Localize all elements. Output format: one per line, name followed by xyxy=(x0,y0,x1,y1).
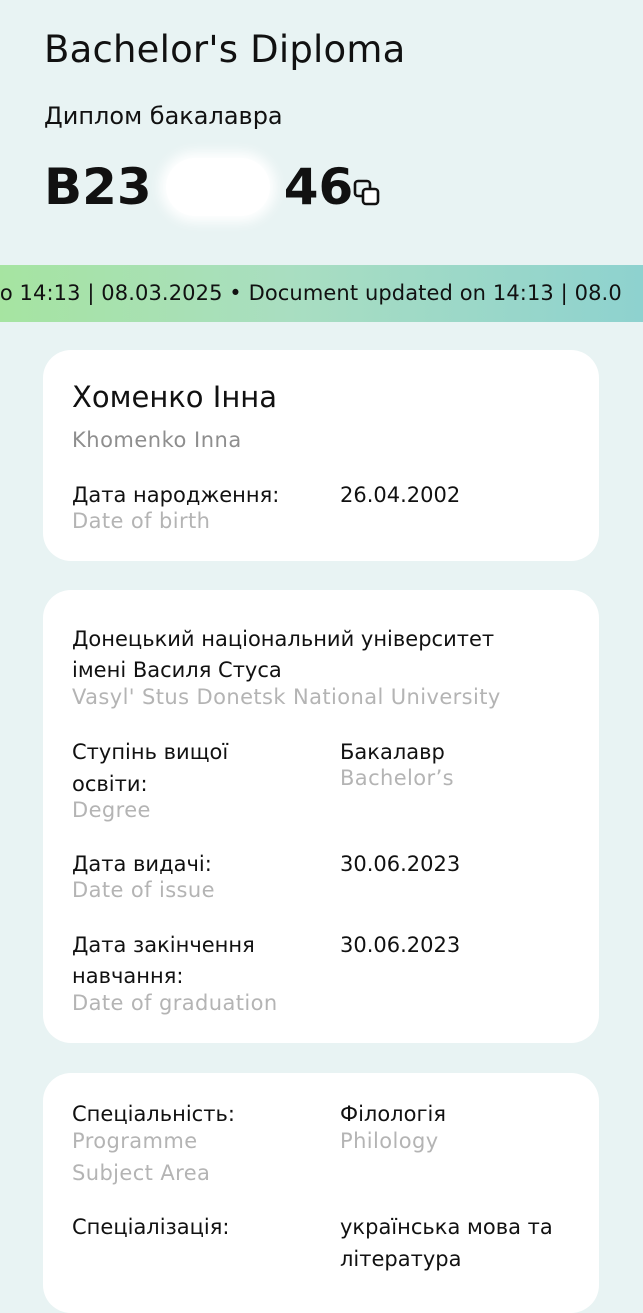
copy-icon[interactable] xyxy=(352,178,382,208)
document-number-redaction xyxy=(165,158,270,216)
graduation-date-value: 30.06.2023 xyxy=(340,933,461,957)
university-name-uk-line1: Донецький національний університет xyxy=(72,627,495,651)
education-card: Донецький національний університет імені… xyxy=(43,590,599,1043)
holder-name-en: Khomenko Inna xyxy=(72,428,242,452)
degree-label-uk-line1: Ступінь вищої xyxy=(72,740,229,764)
specialization-value-line1: українська мова та xyxy=(340,1215,553,1239)
ticker-text: но 14:13 | 08.03.2025 • Document updated… xyxy=(0,281,622,305)
specialization-label-uk: Спеціалізація: xyxy=(72,1215,230,1239)
specialty-value-en: Philology xyxy=(340,1129,439,1153)
page-subtitle: Диплом бакалавра xyxy=(44,102,283,130)
holder-name-uk: Хоменко Інна xyxy=(72,380,278,414)
specialization-value-line2: література xyxy=(340,1247,462,1271)
graduation-label-en: Date of graduation xyxy=(72,991,278,1015)
graduation-label-uk-line1: Дата закінчення xyxy=(72,933,255,957)
programme-card: Спеціальність: Programme Subject Area Фі… xyxy=(43,1073,599,1313)
page-title: Bachelor's Diploma xyxy=(44,28,406,71)
specialty-label-en-line1: Programme xyxy=(72,1129,198,1153)
dob-value: 26.04.2002 xyxy=(340,483,461,507)
specialty-label-en-line2: Subject Area xyxy=(72,1161,211,1185)
degree-label-en: Degree xyxy=(72,798,151,822)
issue-date-value: 30.06.2023 xyxy=(340,852,461,876)
person-card: Хоменко Інна Khomenko Inna Дата народжен… xyxy=(43,350,599,561)
university-name-en: Vasyl' Stus Donetsk National University xyxy=(72,685,501,709)
issue-date-label-en: Date of issue xyxy=(72,878,215,902)
document-number-suffix: 46 xyxy=(283,158,354,216)
document-number-prefix: B23 xyxy=(44,158,152,216)
update-ticker: но 14:13 | 08.03.2025 • Document updated… xyxy=(0,265,643,322)
document-number: B23 46 xyxy=(44,158,353,216)
degree-value-en: Bachelor’s xyxy=(340,766,454,790)
dob-label-en: Date of birth xyxy=(72,509,211,533)
